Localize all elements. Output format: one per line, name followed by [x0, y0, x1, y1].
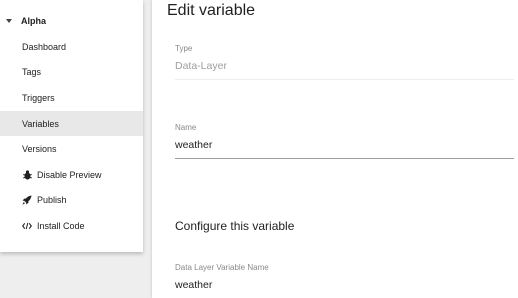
- sidebar-item-label: Publish: [37, 195, 67, 206]
- sidebar-item-install-code[interactable]: Install Code: [0, 213, 143, 239]
- name-input[interactable]: weather: [175, 139, 514, 159]
- sidebar-item-variables[interactable]: Variables: [0, 110, 143, 137]
- code-icon: [22, 221, 32, 231]
- sidebar-item-disable-preview[interactable]: Disable Preview: [0, 162, 143, 188]
- dl-variable-name-field[interactable]: Data Layer Variable Name weather: [175, 263, 514, 298]
- sidebar-item-label: Triggers: [22, 92, 55, 103]
- sidebar-item-versions[interactable]: Versions: [0, 136, 143, 162]
- bug-icon: [22, 170, 32, 180]
- app-root: Alpha Dashboard Tags Triggers Variables …: [0, 0, 518, 298]
- type-field-value: Data-Layer: [175, 60, 514, 80]
- sidebar-item-label: Disable Preview: [37, 169, 102, 180]
- sidebar-item-dashboard[interactable]: Dashboard: [0, 34, 143, 60]
- sidebar-item-publish[interactable]: Publish: [0, 188, 143, 214]
- sidebar-item-label: Versions: [22, 144, 57, 155]
- name-field-label: Name: [175, 123, 197, 132]
- rocket-icon: [22, 195, 32, 206]
- sidebar-item-label: Tags: [22, 67, 42, 78]
- type-field: Type Data-Layer: [175, 44, 514, 80]
- sidebar-item-label: Install Code: [37, 220, 85, 231]
- container-selector[interactable]: Alpha: [0, 8, 143, 34]
- container-name: Alpha: [21, 16, 47, 26]
- sidebar-item-triggers[interactable]: Triggers: [0, 85, 143, 111]
- dl-variable-name-label: Data Layer Variable Name: [175, 263, 269, 272]
- page-title: Edit variable: [167, 2, 256, 19]
- type-field-label: Type: [175, 44, 193, 53]
- caret-down-icon[interactable]: [6, 19, 12, 23]
- name-field[interactable]: Name weather: [175, 123, 514, 159]
- main-panel: Edit variable Type Data-Layer Name weath…: [152, 0, 518, 298]
- sidebar-item-label: Variables: [22, 118, 59, 129]
- sidebar-item-tags[interactable]: Tags: [0, 60, 143, 86]
- dl-variable-name-input[interactable]: weather: [175, 279, 514, 298]
- sidebar: Alpha Dashboard Tags Triggers Variables …: [0, 0, 143, 252]
- sidebar-item-label: Dashboard: [22, 41, 67, 52]
- section-title: Configure this variable: [175, 219, 295, 233]
